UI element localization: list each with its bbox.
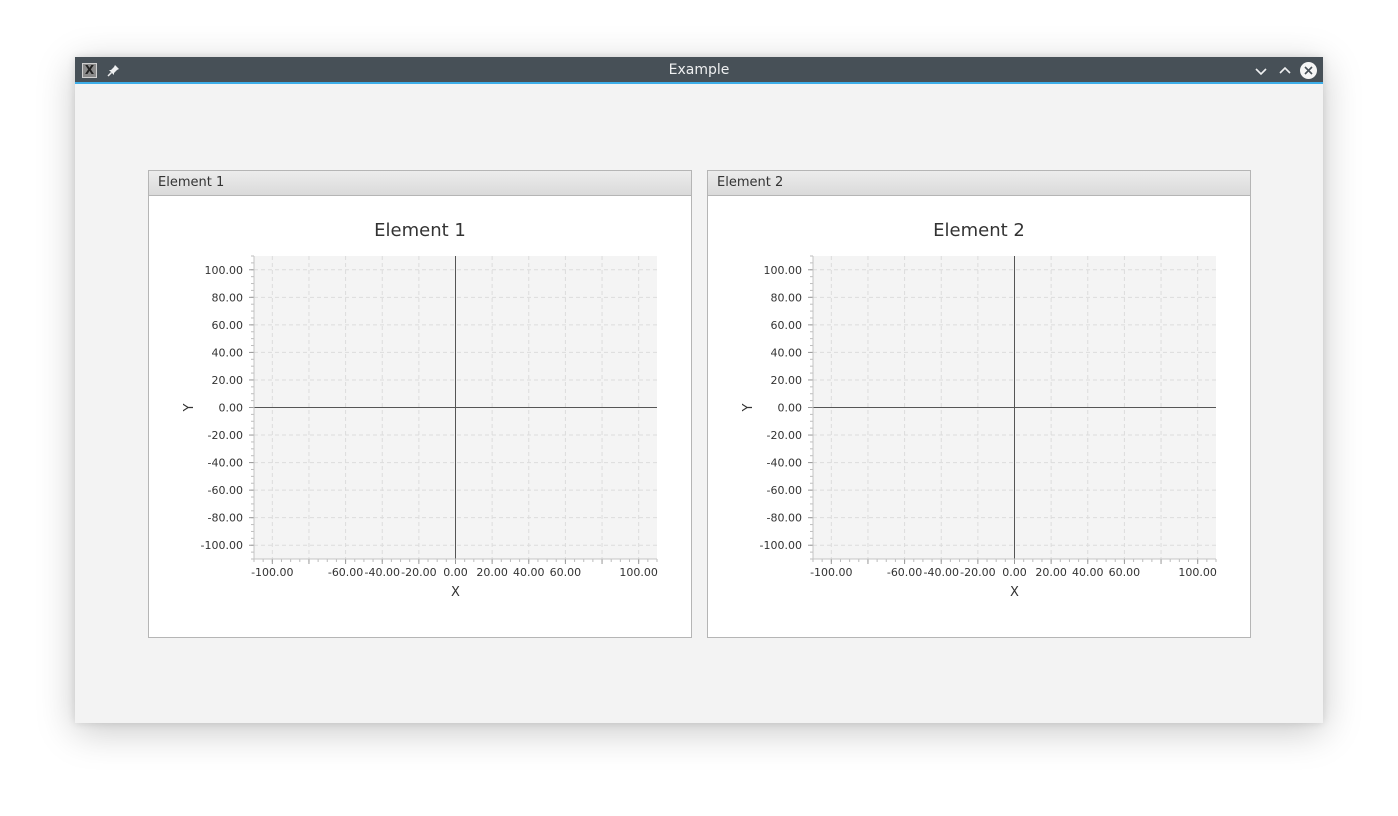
element-1-panel-header[interactable]: Element 1 xyxy=(149,171,691,196)
element-2-panel-header[interactable]: Element 2 xyxy=(708,171,1250,196)
close-button[interactable] xyxy=(1300,62,1317,79)
x-tick-label: 60.00 xyxy=(550,566,582,579)
y-tick-label: 80.00 xyxy=(771,291,803,304)
y-tick-label: 0.00 xyxy=(219,402,244,415)
window-title: Example xyxy=(668,62,730,78)
x-tick-label: -20.00 xyxy=(401,566,436,579)
element-2-chart: -100.00 -60.00 -40.00 -20.00 0.00 20.00 40.00 6… xyxy=(741,255,1217,600)
element-2-panel: Element 2 Element 2 -100.00 -60.00 -40.00-… xyxy=(707,170,1251,638)
minimize-button[interactable] xyxy=(1253,63,1269,79)
y-tick-label: -40.00 xyxy=(767,457,802,470)
x-tick-label: -60.00 xyxy=(887,566,922,579)
y-tick-label: -20.00 xyxy=(208,429,243,442)
x-tick-label: 100.00 xyxy=(1178,566,1217,579)
x-tick-label: -40.00 xyxy=(923,566,958,579)
y-tick-label: 60.00 xyxy=(212,319,244,332)
y-tick-label: 20.00 xyxy=(212,374,244,387)
element-1-panel: Element 1 Element 1 -100.00 -60.00 -40.00-… xyxy=(148,170,692,638)
x-tick-label: 40.00 xyxy=(513,566,545,579)
x-tick-label: 20.00 xyxy=(1035,566,1067,579)
maximize-button[interactable] xyxy=(1277,63,1293,79)
y-tick-label: -60.00 xyxy=(767,484,802,497)
y-tick-label: 0.00 xyxy=(778,402,803,415)
y-tick-label: -60.00 xyxy=(208,484,243,497)
y-tick-label: -40.00 xyxy=(208,457,243,470)
y-tick-label: 60.00 xyxy=(771,319,803,332)
x-tick-label: -40.00 xyxy=(364,566,399,579)
title-bar[interactable]: X Example xyxy=(75,57,1323,84)
y-tick-label: 100.00 xyxy=(764,264,803,277)
y-tick-label: 40.00 xyxy=(212,346,244,359)
x-tick-label: 60.00 xyxy=(1109,566,1141,579)
app-window: X Example Element 1 Element 1 -100.00 -60… xyxy=(75,57,1323,723)
y-axis-label: Y xyxy=(182,403,197,412)
y-tick-label: 80.00 xyxy=(212,291,244,304)
y-tick-label: 100.00 xyxy=(205,264,244,277)
x-axis-label: X xyxy=(451,585,460,600)
x-tick-label: -100.00 xyxy=(251,566,293,579)
x-tick-label: -100.00 xyxy=(810,566,852,579)
x-tick-label: -60.00 xyxy=(328,566,363,579)
y-tick-label: -100.00 xyxy=(201,539,243,552)
y-tick-label: 20.00 xyxy=(771,374,803,387)
y-tick-label: 40.00 xyxy=(771,346,803,359)
y-tick-label: -20.00 xyxy=(767,429,802,442)
x-axis-label: X xyxy=(1010,585,1019,600)
y-axis-label: Y xyxy=(741,403,756,412)
y-tick-label: -80.00 xyxy=(767,512,802,525)
y-tick-label: -100.00 xyxy=(760,539,802,552)
x-tick-label: -20.00 xyxy=(960,566,995,579)
x-tick-label: 40.00 xyxy=(1072,566,1104,579)
x-tick-label: 0.00 xyxy=(1002,566,1027,579)
x-tick-label: 0.00 xyxy=(443,566,468,579)
y-tick-label: -80.00 xyxy=(208,512,243,525)
x-tick-label: 20.00 xyxy=(476,566,508,579)
x-tick-label: 100.00 xyxy=(619,566,658,579)
element-1-chart: -100.00 -60.00 -40.00 -20.00 0.00 20.00 40.00 6… xyxy=(182,255,658,600)
